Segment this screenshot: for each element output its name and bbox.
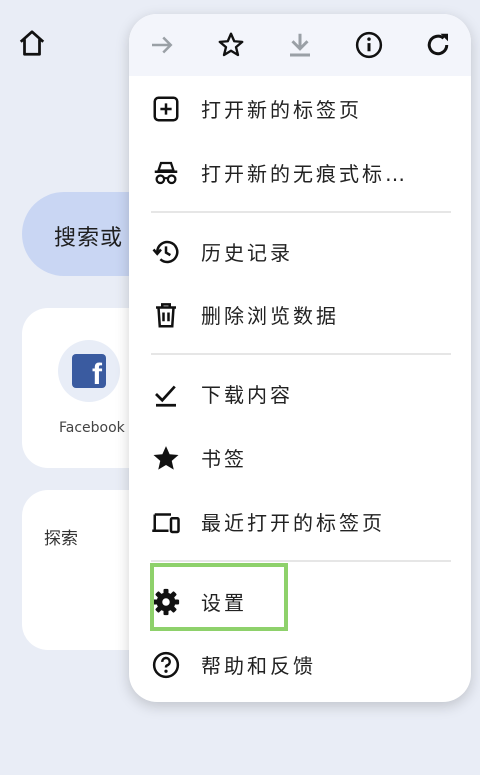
menu-item-settings[interactable]: 设置 (129, 574, 471, 630)
menu-item-help[interactable]: 帮助和反馈 (129, 637, 471, 693)
help-icon (152, 651, 180, 679)
shortcut-label: Facebook (59, 420, 125, 436)
menu-item-label: 最近打开的标签页 (201, 511, 385, 535)
shortcut-facebook[interactable]: f (58, 340, 120, 402)
menu-divider (151, 211, 451, 213)
overflow-menu: 打开新的标签页 打开新的无痕式标… 历史记录 删除浏览数据 下载内容 书签 最近… (129, 14, 471, 702)
trash-icon (156, 303, 176, 328)
star-outline-icon[interactable] (216, 30, 246, 60)
facebook-icon: f (72, 354, 106, 390)
menu-item-downloads[interactable]: 下载内容 (129, 366, 471, 422)
menu-item-label: 打开新的标签页 (201, 98, 362, 122)
menu-divider (151, 353, 451, 355)
menu-toolbar (129, 14, 471, 76)
menu-item-recent-tabs[interactable]: 最近打开的标签页 (129, 494, 471, 550)
menu-item-label: 帮助和反馈 (201, 654, 316, 678)
menu-item-label: 历史记录 (201, 241, 293, 265)
downloads-icon (155, 385, 176, 407)
menu-item-new-tab[interactable]: 打开新的标签页 (129, 81, 471, 137)
refresh-icon[interactable] (423, 30, 453, 60)
incognito-icon (154, 161, 178, 185)
menu-divider (151, 560, 451, 562)
download-icon[interactable] (285, 30, 315, 60)
menu-item-label: 设置 (201, 591, 247, 615)
search-placeholder: 搜索或 (54, 226, 124, 251)
home-icon[interactable] (17, 28, 47, 58)
new-tab-icon (153, 96, 179, 122)
menu-item-label: 下载内容 (201, 383, 293, 407)
menu-item-label: 打开新的无痕式标… (201, 162, 408, 186)
star-filled-icon (153, 446, 179, 470)
menu-item-clear-data[interactable]: 删除浏览数据 (129, 287, 471, 343)
menu-item-history[interactable]: 历史记录 (129, 224, 471, 280)
menu-item-bookmarks[interactable]: 书签 (129, 430, 471, 486)
history-icon (152, 240, 179, 264)
menu-item-label: 删除浏览数据 (201, 304, 339, 328)
explore-title: 探索 (44, 529, 78, 549)
gear-icon (152, 588, 180, 616)
menu-item-label: 书签 (201, 447, 247, 471)
menu-item-incognito[interactable]: 打开新的无痕式标… (129, 145, 471, 201)
forward-icon[interactable] (147, 30, 177, 60)
info-icon[interactable] (354, 30, 384, 60)
devices-icon (152, 513, 180, 534)
